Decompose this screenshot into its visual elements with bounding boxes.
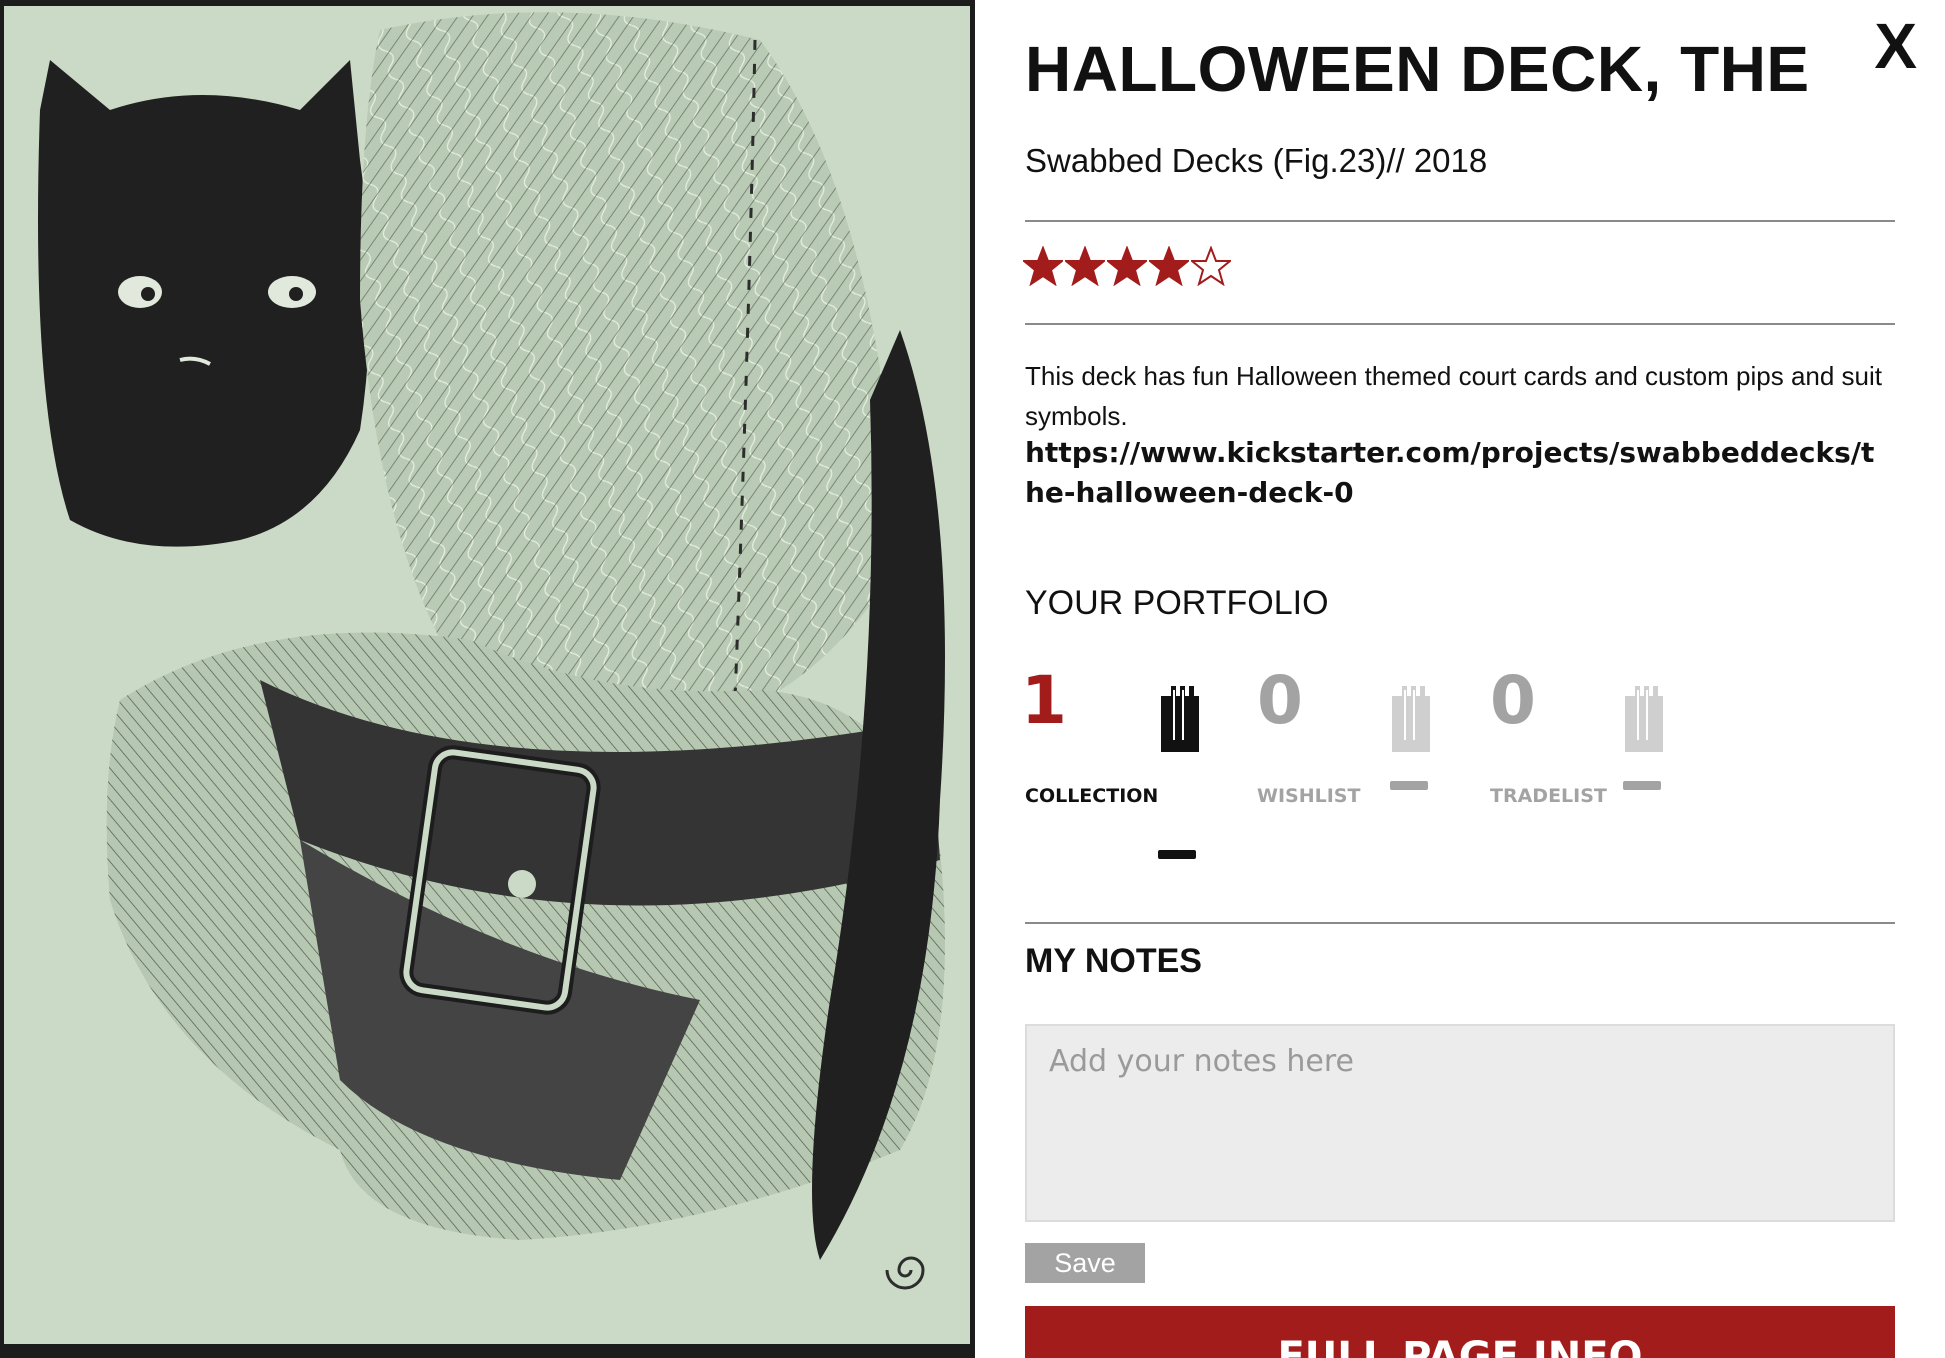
notes-heading: MY NOTES [1025, 942, 1202, 980]
notes-input[interactable] [1025, 1024, 1895, 1222]
collection-minus-icon[interactable] [1158, 850, 1196, 859]
star-filled-icon[interactable] [1065, 246, 1105, 286]
wishlist-label: WISHLIST [1257, 785, 1361, 807]
divider [1025, 323, 1895, 325]
save-button[interactable]: Save [1025, 1243, 1145, 1283]
wishlist-deck-icon[interactable] [1392, 686, 1430, 752]
wishlist-count: 0 [1257, 662, 1303, 739]
deck-subtitle: Swabbed Decks (Fig.23)// 2018 [1025, 142, 1488, 179]
deck-image-panel [0, 0, 975, 1358]
star-filled-icon[interactable] [1023, 246, 1063, 286]
tradelist-label: TRADELIST [1490, 785, 1607, 807]
collection-deck-icon[interactable] [1161, 686, 1199, 752]
tradelist-count: 0 [1490, 662, 1536, 739]
deck-description: This deck has fun Halloween themed court… [1025, 361, 1883, 431]
deck-title: HALLOWEEN DECK, THE [1025, 33, 1810, 105]
star-outline-icon[interactable] [1191, 246, 1231, 286]
full-page-info-button[interactable]: FULL PAGE INFO [1025, 1306, 1895, 1358]
deck-cover-image [0, 0, 975, 1358]
kickstarter-link[interactable]: https://www.kickstarter.com/projects/swa… [1025, 433, 1885, 513]
star-filled-icon[interactable] [1107, 246, 1147, 286]
divider [1025, 220, 1895, 222]
wishlist-minus-icon[interactable] [1390, 781, 1428, 790]
rating-stars[interactable] [1023, 246, 1231, 286]
divider [1025, 922, 1895, 924]
collection-label: COLLECTION [1025, 785, 1159, 807]
tradelist-minus-icon[interactable] [1623, 781, 1661, 790]
close-button[interactable]: X [1874, 14, 1917, 78]
portfolio-heading: YOUR PORTFOLIO [1025, 584, 1329, 622]
tradelist-deck-icon[interactable] [1625, 686, 1663, 752]
wishlist-group: 0 [1257, 668, 1303, 734]
star-filled-icon[interactable] [1149, 246, 1189, 286]
tradelist-group: 0 [1490, 668, 1536, 734]
collection-count: 1 [1021, 662, 1067, 739]
deck-detail-panel: X HALLOWEEN DECK, THE Swabbed Decks (Fig… [975, 0, 1945, 1358]
collection-group: 1 [1021, 668, 1067, 734]
